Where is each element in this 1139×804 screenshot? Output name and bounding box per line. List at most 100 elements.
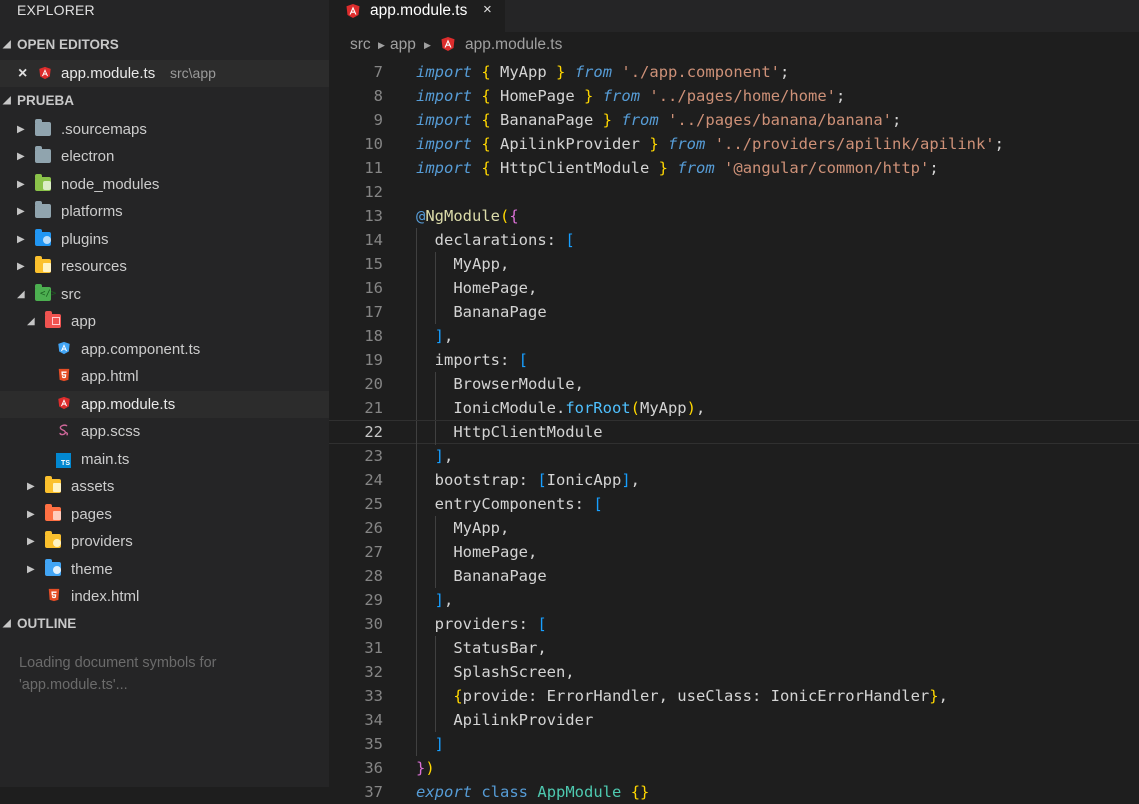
chevron-right-icon: ▶ [17,124,25,135]
code-line: 24 bootstrap: [IonicApp], [329,468,1139,492]
chevron-right-icon: ▶ [27,564,35,575]
open-editor-item[interactable]: × app.module.ts src\app [0,60,329,87]
angular-icon [58,396,70,410]
outline-loading-message: Loading document symbols for 'app.module… [19,655,217,693]
sass-icon [59,424,69,436]
code-line: 30 providers: [ [329,612,1139,636]
chevron-down-icon: ◢ [3,95,11,106]
open-editor-filename: app.module.ts [61,65,156,82]
app-folder-icon [45,311,61,328]
prueba-header[interactable]: ◢ PRUEBA [0,88,329,114]
chevron-down-icon: ◢ [17,289,25,300]
html5-icon [58,368,70,382]
tree-item-pages[interactable]: ▶ pages [0,501,329,528]
explorer-sidebar: EXPLORER ◢ OPEN EDITORS × app.module.ts … [0,0,329,787]
tree-item-resources[interactable]: ▶ resources [0,253,329,280]
tree-item-app-module[interactable]: app.module.ts [0,391,329,418]
chevron-right-icon: ▶ [424,40,431,50]
breadcrumb-src[interactable]: src [350,32,371,58]
folder-icon [35,201,51,218]
chevron-down-icon: ◢ [3,618,11,629]
typescript-icon: TS [56,453,71,468]
tree-item-main-ts[interactable]: TS main.ts [0,446,329,473]
tree-item-platforms[interactable]: ▶ platforms [0,198,329,225]
html5-icon [48,588,60,602]
chevron-right-icon: ▶ [27,536,35,547]
code-line: 13 @NgModule({ [364,207,519,225]
open-editor-path: src\app [170,65,216,81]
tree-item-sourcemaps[interactable]: ▶ .sourcemaps [0,116,329,143]
tree-item-electron[interactable]: ▶ electron [0,143,329,170]
tree-item-app-component[interactable]: app.component.ts [0,336,329,363]
code-line: 25 entryComponents: [ [329,492,1139,516]
code-line: 21 IonicModule.forRoot(MyApp), [329,396,1139,420]
src-folder-icon: </> [35,284,56,301]
angular-icon [441,37,455,51]
editor-area: app.module.ts × src ▶ app ▶ app.module.t… [329,0,1139,801]
folder-icon [35,146,51,163]
code-line: 33 {provide: ErrorHandler, useClass: Ion… [329,684,1139,708]
code-line: 34 ApilinkProvider [329,708,1139,732]
code-line: 32 SplashScreen, [329,660,1139,684]
angular-icon [346,4,360,18]
chevron-right-icon: ▶ [17,261,25,272]
chevron-down-icon: ◢ [27,316,35,327]
providers-folder-icon [45,531,61,548]
tree-item-app[interactable]: ◢ app [0,308,329,335]
code-line: 10 import { ApilinkProvider } from '../pr… [364,135,1004,153]
chevron-right-icon: ▶ [17,234,25,245]
code-line: 11 import { HttpClientModule } from '@ang… [364,159,939,177]
code-line: 20 BrowserModule, [329,372,1139,396]
code-line: 28 BananaPage [329,564,1139,588]
code-line: 17 BananaPage [329,300,1139,324]
breadcrumb: src ▶ app ▶ app.module.ts [329,32,1139,58]
code-line: 7 import { MyApp } from './app.component'… [373,63,790,81]
tree-item-assets[interactable]: ▶ assets [0,473,329,500]
tree-item-src[interactable]: ◢ </> src [0,281,329,308]
code-line: 16 HomePage, [329,276,1139,300]
plugin-folder-icon [35,229,51,246]
code-line: 12 [364,183,383,201]
tab-label: app.module.ts [370,2,468,19]
tree-item-providers[interactable]: ▶ providers [0,528,329,555]
code-line: 8 import { HomePage } from '../pages/home… [373,87,846,105]
outline-header[interactable]: ◢ OUTLINE [0,611,329,637]
code-line: 15 MyApp, [329,252,1139,276]
code-line: 26 MyApp, [329,516,1139,540]
code-line-current: 22 HttpClientModule [329,420,1139,445]
code-line: 27 HomePage, [329,540,1139,564]
angular-icon [39,66,51,80]
breadcrumb-file[interactable]: app.module.ts [465,32,562,58]
code-line: 18 ], [329,324,1139,348]
node-folder-icon [35,174,51,191]
code-line: 9 import { BananaPage } from '../pages/ba… [373,111,902,129]
theme-folder-icon [45,559,61,576]
chevron-right-icon: ▶ [27,509,35,520]
chevron-right-icon: ▶ [17,179,25,190]
code-line: 14 declarations: [ [329,228,1139,252]
angular-component-icon [58,341,70,355]
vscode-window: EXPLORER ◢ OPEN EDITORS × app.module.ts … [0,0,1139,801]
tree-item-app-html[interactable]: app.html [0,363,329,390]
resource-folder-icon [35,256,51,273]
code-line: 19 imports: [ [329,348,1139,372]
assets-folder-icon [45,476,61,493]
breadcrumb-app[interactable]: app [390,32,416,58]
close-icon[interactable]: × [18,60,27,87]
tree-item-plugins[interactable]: ▶ plugins [0,226,329,253]
code-line: 29 ], [329,588,1139,612]
open-editors-header[interactable]: ◢ OPEN EDITORS [0,32,329,58]
explorer-title: EXPLORER [17,2,95,18]
code-line: 23 ], [329,444,1139,468]
tree-item-app-scss[interactable]: app.scss [0,418,329,445]
code-line: 35 ] [329,732,1139,756]
code-line: 31 StatusBar, [329,636,1139,660]
tree-item-index-html[interactable]: index.html [0,583,329,610]
chevron-right-icon: ▶ [378,40,385,50]
code-line: 37 export class AppModule {} [364,783,650,801]
tree-item-theme[interactable]: ▶ theme [0,556,329,583]
tab-app-module[interactable]: app.module.ts × [329,0,505,32]
code-line: 36}) [364,759,435,777]
tab-close-icon[interactable]: × [483,0,492,20]
tree-item-node-modules[interactable]: ▶ node_modules [0,171,329,198]
